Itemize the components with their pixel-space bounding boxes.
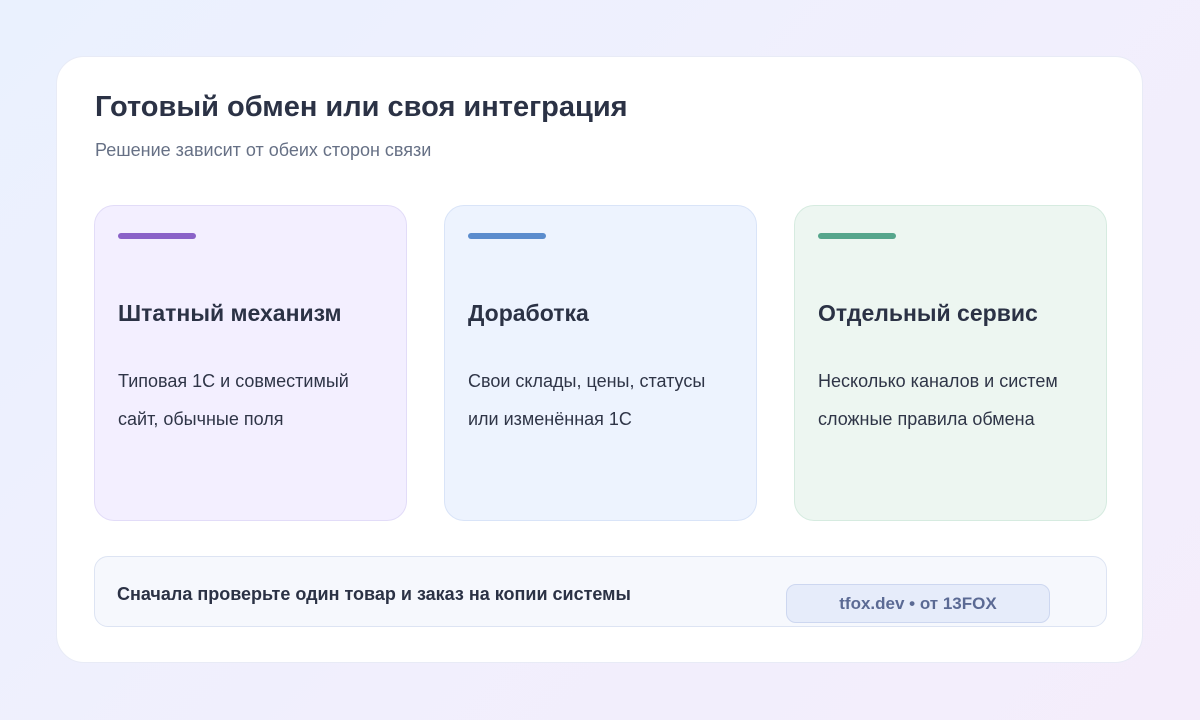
card-title: Отдельный сервис (818, 300, 1038, 326)
card-description-line: Несколько каналов и систем (818, 371, 1058, 391)
page-subtitle: Решение зависит от обеих сторон связи (95, 140, 432, 160)
accent-bar (118, 233, 196, 239)
card-description: Свои склады, цены, статусы или изменённа… (468, 362, 738, 438)
page-title: Готовый обмен или своя интеграция (95, 91, 628, 123)
option-card-separate-service: Отдельный сервис Несколько каналов и сис… (794, 205, 1107, 521)
card-title: Штатный механизм (118, 300, 342, 326)
tip-text: Сначала проверьте один товар и заказ на … (117, 584, 631, 604)
accent-bar (818, 233, 896, 239)
accent-bar (468, 233, 546, 239)
card-description: Типовая 1С и совместимый сайт, обычные п… (118, 362, 388, 438)
main-card: Готовый обмен или своя интеграция Решени… (56, 56, 1143, 663)
card-description-line: сайт, обычные поля (118, 409, 284, 429)
card-description-line: Типовая 1С и совместимый (118, 371, 349, 391)
card-description-line: Свои склады, цены, статусы (468, 371, 706, 391)
card-description: Несколько каналов и систем сложные прави… (818, 362, 1088, 438)
brand-badge: tfox.dev • от 13FOX (786, 584, 1050, 623)
card-description-line: или изменённая 1С (468, 409, 632, 429)
option-card-customization: Доработка Свои склады, цены, статусы или… (444, 205, 757, 521)
card-title: Доработка (468, 300, 589, 326)
option-card-standard: Штатный механизм Типовая 1С и совместимы… (94, 205, 407, 521)
card-description-line: сложные правила обмена (818, 409, 1035, 429)
